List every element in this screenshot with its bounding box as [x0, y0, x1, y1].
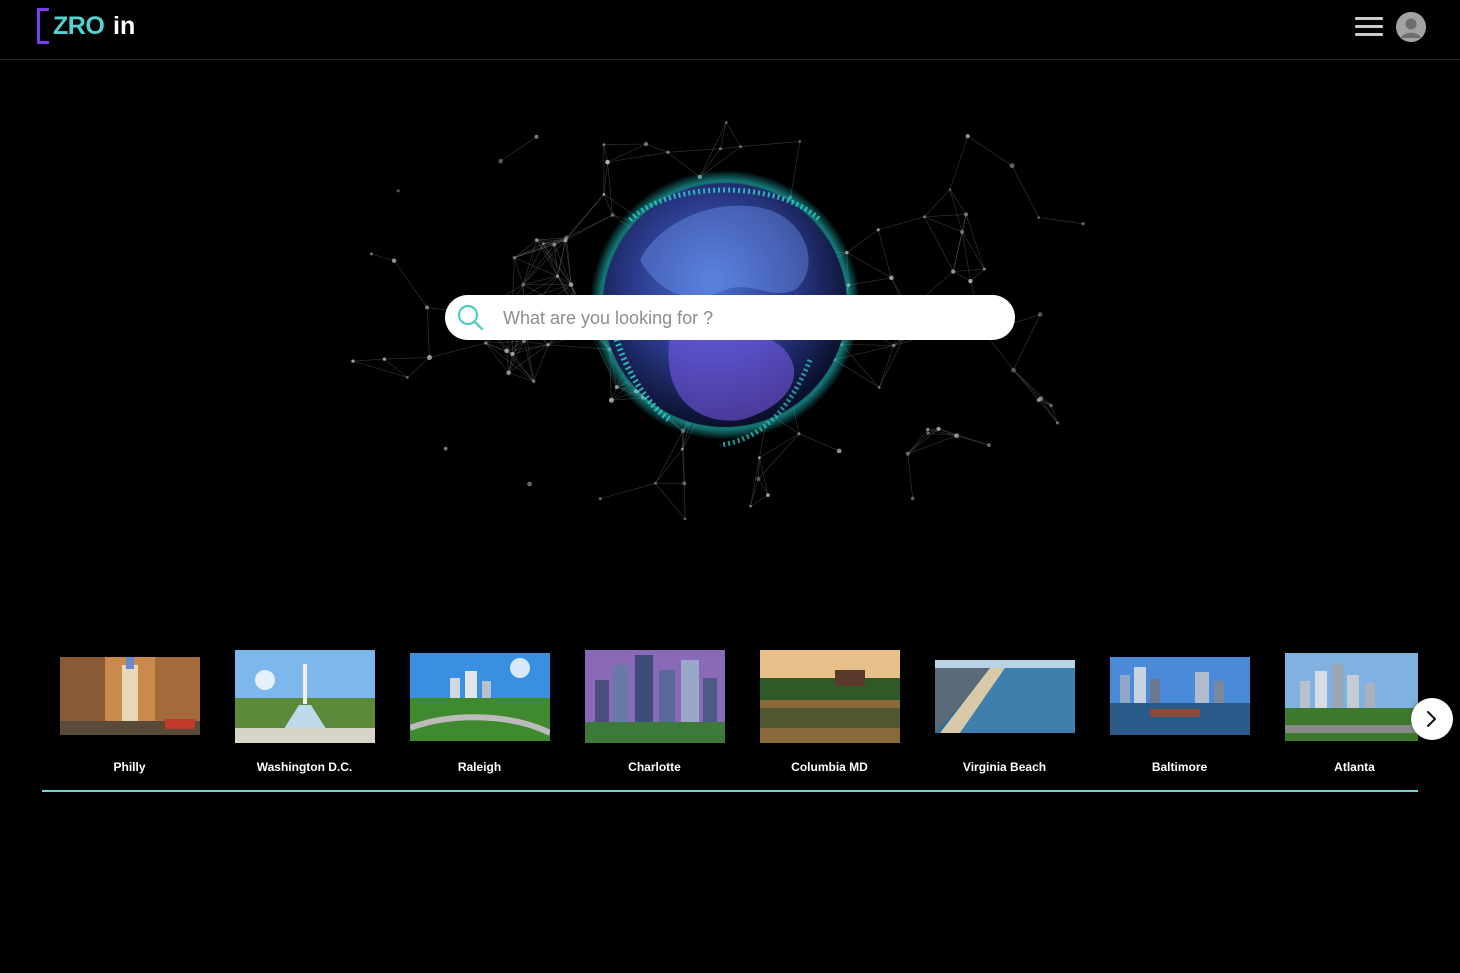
city-thumbnail[interactable] — [410, 653, 550, 741]
search-icon[interactable] — [457, 304, 485, 332]
city-thumbnail[interactable] — [60, 657, 200, 735]
city-card-baltimore[interactable]: Baltimore — [1092, 640, 1267, 790]
city-label: Virginia Beach — [962, 760, 1047, 774]
city-label: Philly — [113, 760, 146, 774]
logo-text-suffix: in — [113, 12, 136, 40]
city-label: Raleigh — [457, 760, 502, 774]
hamburger-menu-button[interactable] — [1353, 14, 1385, 40]
chevron-right-icon — [1427, 711, 1436, 727]
hamburger-icon — [1355, 17, 1383, 20]
carousel-next-button[interactable] — [1411, 698, 1453, 740]
city-card-atlanta[interactable]: Atlanta — [1267, 640, 1418, 790]
search-bar[interactable] — [445, 295, 1015, 342]
search-input[interactable] — [501, 295, 1005, 342]
carousel-divider — [42, 790, 1418, 792]
city-label: Washington D.C. — [256, 760, 353, 774]
city-card-philly[interactable]: Philly — [42, 640, 217, 790]
city-card-raleigh[interactable]: Raleigh — [392, 640, 567, 790]
city-label: Columbia MD — [791, 760, 868, 774]
city-thumbnail[interactable] — [1110, 657, 1250, 735]
top-navbar: ZRO in — [0, 0, 1460, 60]
city-card-columbia-md[interactable]: Columbia MD — [742, 640, 917, 790]
city-card-virginia-beach[interactable]: Virginia Beach — [917, 640, 1092, 790]
hamburger-icon-bar — [1355, 33, 1383, 36]
city-thumbnail[interactable] — [235, 650, 375, 743]
city-carousel: Philly Washington D.C. Raleigh Charlotte… — [42, 640, 1418, 790]
zroin-logo[interactable]: ZRO in — [37, 8, 147, 48]
city-thumbnail[interactable] — [935, 660, 1075, 733]
logo-bracket — [37, 8, 49, 44]
city-label: Charlotte — [628, 760, 681, 774]
city-card-charlotte[interactable]: Charlotte — [567, 640, 742, 790]
hamburger-icon-bar — [1355, 25, 1383, 28]
city-label: Baltimore — [1151, 760, 1208, 774]
user-avatar-button[interactable] — [1396, 12, 1426, 42]
city-thumbnail[interactable] — [585, 650, 725, 743]
app-root: ZRO in What are you looking for ? Philly… — [0, 0, 1460, 973]
city-label: Atlanta — [1334, 760, 1375, 774]
city-thumbnail[interactable] — [760, 650, 900, 743]
city-thumbnail[interactable] — [1285, 653, 1418, 741]
user-avatar-icon — [1396, 12, 1426, 42]
logo-text-main: ZRO — [53, 12, 105, 40]
city-card-washington-dc[interactable]: Washington D.C. — [217, 640, 392, 790]
